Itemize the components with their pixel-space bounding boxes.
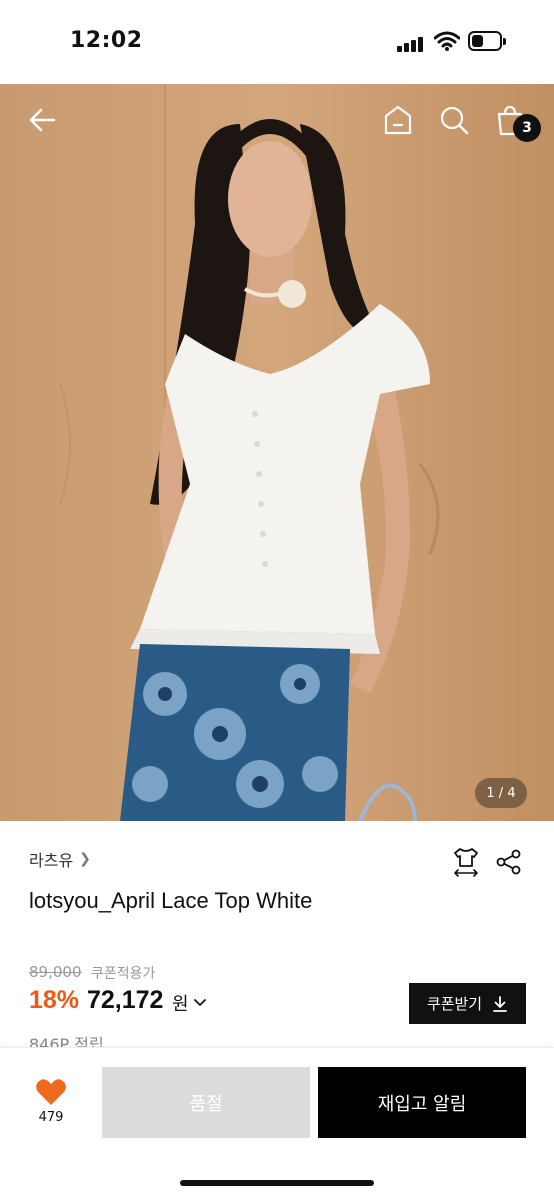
sale-price: 72,172 bbox=[87, 986, 164, 1014]
brand-link[interactable]: 라츠유 ❯ bbox=[29, 847, 91, 871]
restock-alert-button[interactable]: 재입고 알림 bbox=[318, 1067, 526, 1138]
coupon-price-note: 쿠폰적용가 bbox=[91, 966, 156, 982]
back-button[interactable] bbox=[22, 100, 62, 140]
share-icon bbox=[496, 849, 521, 875]
currency-label: 원 bbox=[172, 994, 189, 1015]
battery-icon bbox=[468, 31, 506, 51]
original-price: 89,000 bbox=[29, 963, 82, 981]
home-button[interactable] bbox=[378, 100, 418, 140]
like-button[interactable]: 479 bbox=[28, 1078, 74, 1132]
home-icon bbox=[384, 105, 412, 135]
search-button[interactable] bbox=[434, 100, 474, 140]
brand-name: 라츠유 bbox=[29, 851, 74, 870]
product-title: lotsyou_April Lace Top White bbox=[29, 888, 313, 913]
product-image[interactable] bbox=[0, 84, 554, 821]
status-bar: 12:02 bbox=[0, 0, 554, 84]
cart-count-badge: 3 bbox=[513, 114, 541, 142]
product-photo bbox=[0, 84, 554, 821]
signal-icon bbox=[397, 36, 425, 52]
chevron-right-icon: ❯ bbox=[79, 851, 91, 867]
chevron-down-icon bbox=[193, 999, 206, 1006]
heart-icon bbox=[36, 1079, 66, 1105]
size-guide-icon bbox=[454, 848, 478, 877]
back-arrow-icon bbox=[29, 108, 56, 132]
status-time: 12:02 bbox=[70, 28, 143, 53]
share-button[interactable] bbox=[492, 845, 526, 879]
coupon-button-label: 쿠폰받기 bbox=[426, 995, 483, 1013]
size-guide-button[interactable] bbox=[449, 845, 483, 879]
soldout-button[interactable]: 품절 bbox=[102, 1067, 310, 1138]
wifi-icon bbox=[434, 31, 460, 51]
coupon-download-button[interactable]: 쿠폰받기 bbox=[409, 983, 526, 1024]
download-icon bbox=[493, 995, 507, 1012]
search-icon bbox=[440, 106, 469, 135]
home-indicator bbox=[180, 1180, 374, 1186]
like-count: 479 bbox=[38, 1110, 64, 1125]
discount-rate: 18% bbox=[29, 986, 80, 1014]
price-detail-toggle[interactable]: 원 bbox=[172, 990, 207, 1016]
gallery-page-indicator: 1 / 4 bbox=[475, 778, 527, 808]
